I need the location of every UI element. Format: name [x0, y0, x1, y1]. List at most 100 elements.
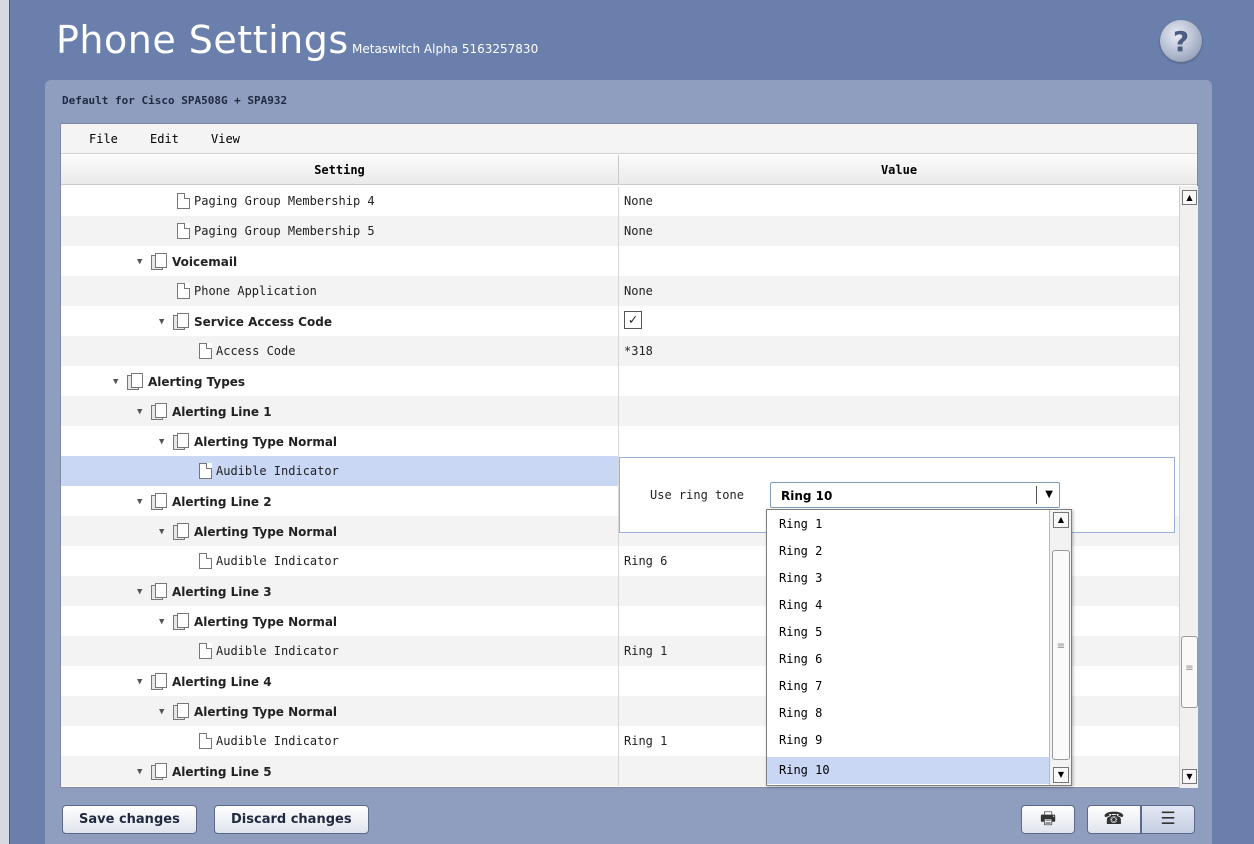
- setting-value: Ring 1: [624, 734, 668, 748]
- dropdown-option[interactable]: Ring 5: [767, 619, 1049, 646]
- document-icon: [199, 463, 212, 479]
- table-row[interactable]: Phone Application None: [61, 276, 1179, 306]
- dropdown-option[interactable]: Ring 6: [767, 646, 1049, 673]
- menu-view[interactable]: View: [211, 132, 240, 146]
- expand-triangle-icon[interactable]: ▼: [137, 677, 147, 687]
- setting-label: Access Code: [216, 344, 296, 358]
- setting-label: Phone Application: [194, 284, 317, 298]
- expand-triangle-icon[interactable]: ▼: [137, 257, 147, 267]
- setting-value: None: [624, 224, 653, 238]
- ring-tone-dropdown-list: Ring 1 Ring 2 Ring 3 Ring 4 Ring 5 Ring …: [766, 509, 1072, 786]
- print-icon[interactable]: 🖶: [1021, 805, 1075, 834]
- setting-group-label: Alerting Type Normal: [194, 614, 338, 629]
- expand-triangle-icon[interactable]: ▼: [159, 437, 169, 447]
- phone-icon[interactable]: ☎: [1087, 805, 1141, 834]
- expand-triangle-icon[interactable]: ▼: [159, 317, 169, 327]
- table-row[interactable]: ▼ Alerting Type Normal: [61, 426, 1179, 456]
- column-header-setting[interactable]: Setting: [61, 163, 618, 177]
- setting-group-label: Alerting Line 4: [172, 674, 272, 689]
- setting-value: None: [624, 194, 653, 208]
- scroll-thumb[interactable]: ≡: [1181, 636, 1198, 708]
- dropdown-option[interactable]: Ring 2: [767, 538, 1049, 565]
- expand-triangle-icon[interactable]: ▼: [137, 407, 147, 417]
- document-icon: [177, 193, 190, 209]
- scroll-up-icon[interactable]: ▲: [1053, 512, 1069, 528]
- document-icon: [199, 343, 212, 359]
- folder-documents-icon: [127, 373, 144, 390]
- chevron-down-icon[interactable]: ▼: [1045, 489, 1053, 500]
- service-access-code-checkbox[interactable]: ✓: [624, 311, 642, 329]
- list-view-icon[interactable]: ☰: [1141, 805, 1195, 834]
- setting-group-label: Alerting Line 1: [172, 404, 272, 419]
- menu-edit[interactable]: Edit: [150, 132, 179, 146]
- document-icon: [177, 283, 190, 299]
- column-header-value[interactable]: Value: [619, 163, 1179, 177]
- table-row[interactable]: ▼ Alerting Line 1: [61, 396, 1179, 426]
- setting-value: None: [624, 284, 653, 298]
- dropdown-option[interactable]: Ring 4: [767, 592, 1049, 619]
- setting-label: Audible Indicator: [216, 734, 339, 748]
- table-row[interactable]: Paging Group Membership 5 None: [61, 216, 1179, 246]
- table-row[interactable]: ▼ Service Access Code ✓: [61, 306, 1179, 336]
- dropdown-scrollbar[interactable]: ▲ ≡ ▼: [1049, 510, 1071, 785]
- expand-triangle-icon[interactable]: ▼: [137, 587, 147, 597]
- setting-label: Audible Indicator: [216, 464, 339, 478]
- folder-documents-icon: [151, 673, 168, 690]
- setting-label: Audible Indicator: [216, 644, 339, 658]
- expand-triangle-icon[interactable]: ▼: [137, 767, 147, 777]
- ring-tone-select[interactable]: Ring 10 ▼: [770, 482, 1060, 508]
- setting-label: Paging Group Membership 4: [194, 194, 375, 208]
- folder-documents-icon: [151, 493, 168, 510]
- table-row[interactable]: ▼ Alerting Types: [61, 366, 1179, 396]
- expand-triangle-icon[interactable]: ▼: [159, 617, 169, 627]
- setting-value: *318: [624, 344, 653, 358]
- dropdown-option[interactable]: Ring 9: [767, 727, 1049, 754]
- dropdown-option[interactable]: Ring 1: [767, 511, 1049, 538]
- expand-triangle-icon[interactable]: ▼: [159, 707, 169, 717]
- menu-bar: File Edit View: [61, 124, 1197, 154]
- scroll-up-icon[interactable]: ▲: [1182, 190, 1197, 205]
- folder-documents-icon: [151, 763, 168, 780]
- document-icon: [199, 733, 212, 749]
- dropdown-option[interactable]: Ring 3: [767, 565, 1049, 592]
- save-changes-button[interactable]: Save changes: [62, 805, 197, 834]
- document-icon: [177, 223, 190, 239]
- scroll-down-icon[interactable]: ▼: [1182, 769, 1197, 784]
- dropdown-option-selected[interactable]: Ring 10: [767, 757, 1049, 784]
- setting-label: Audible Indicator: [216, 554, 339, 568]
- document-icon: [199, 553, 212, 569]
- device-subtitle: Metaswitch Alpha 5163257830: [352, 42, 539, 56]
- setting-group-label: Alerting Type Normal: [194, 524, 338, 539]
- setting-group-label: Alerting Line 3: [172, 584, 272, 599]
- setting-label: Paging Group Membership 5: [194, 224, 375, 238]
- folder-documents-icon: [151, 583, 168, 600]
- setting-group-label: Alerting Type Normal: [194, 704, 338, 719]
- dropdown-option[interactable]: Ring 7: [767, 673, 1049, 700]
- menu-file[interactable]: File: [89, 132, 118, 146]
- help-icon[interactable]: ?: [1160, 20, 1202, 62]
- setting-group-label: Alerting Type Normal: [194, 434, 338, 449]
- table-row[interactable]: Paging Group Membership 4 None: [61, 186, 1179, 216]
- table-row[interactable]: Access Code *318: [61, 336, 1179, 366]
- expand-triangle-icon[interactable]: ▼: [159, 527, 169, 537]
- page-title: Phone Settings: [56, 18, 349, 62]
- table-vertical-scrollbar[interactable]: ▲ ≡ ▼: [1179, 186, 1198, 788]
- expand-triangle-icon[interactable]: ▼: [137, 497, 147, 507]
- folder-documents-icon: [173, 523, 190, 540]
- ring-tone-label: Use ring tone: [650, 488, 744, 502]
- folder-documents-icon: [173, 433, 190, 450]
- setting-group-label: Alerting Types: [148, 374, 246, 389]
- column-headers: Setting Value: [61, 155, 1197, 185]
- document-icon: [199, 643, 212, 659]
- expand-triangle-icon[interactable]: ▼: [113, 377, 123, 387]
- ring-tone-selected-value: Ring 10: [781, 489, 833, 503]
- table-row[interactable]: ▼ Voicemail: [61, 246, 1179, 276]
- panel-title: Default for Cisco SPA508G + SPA932: [62, 94, 288, 107]
- folder-documents-icon: [173, 703, 190, 720]
- folder-documents-icon: [151, 253, 168, 270]
- discard-changes-button[interactable]: Discard changes: [214, 805, 369, 834]
- setting-value: Ring 1: [624, 644, 668, 658]
- scroll-down-icon[interactable]: ▼: [1053, 767, 1069, 783]
- scroll-thumb[interactable]: ≡: [1052, 550, 1070, 760]
- dropdown-option[interactable]: Ring 8: [767, 700, 1049, 727]
